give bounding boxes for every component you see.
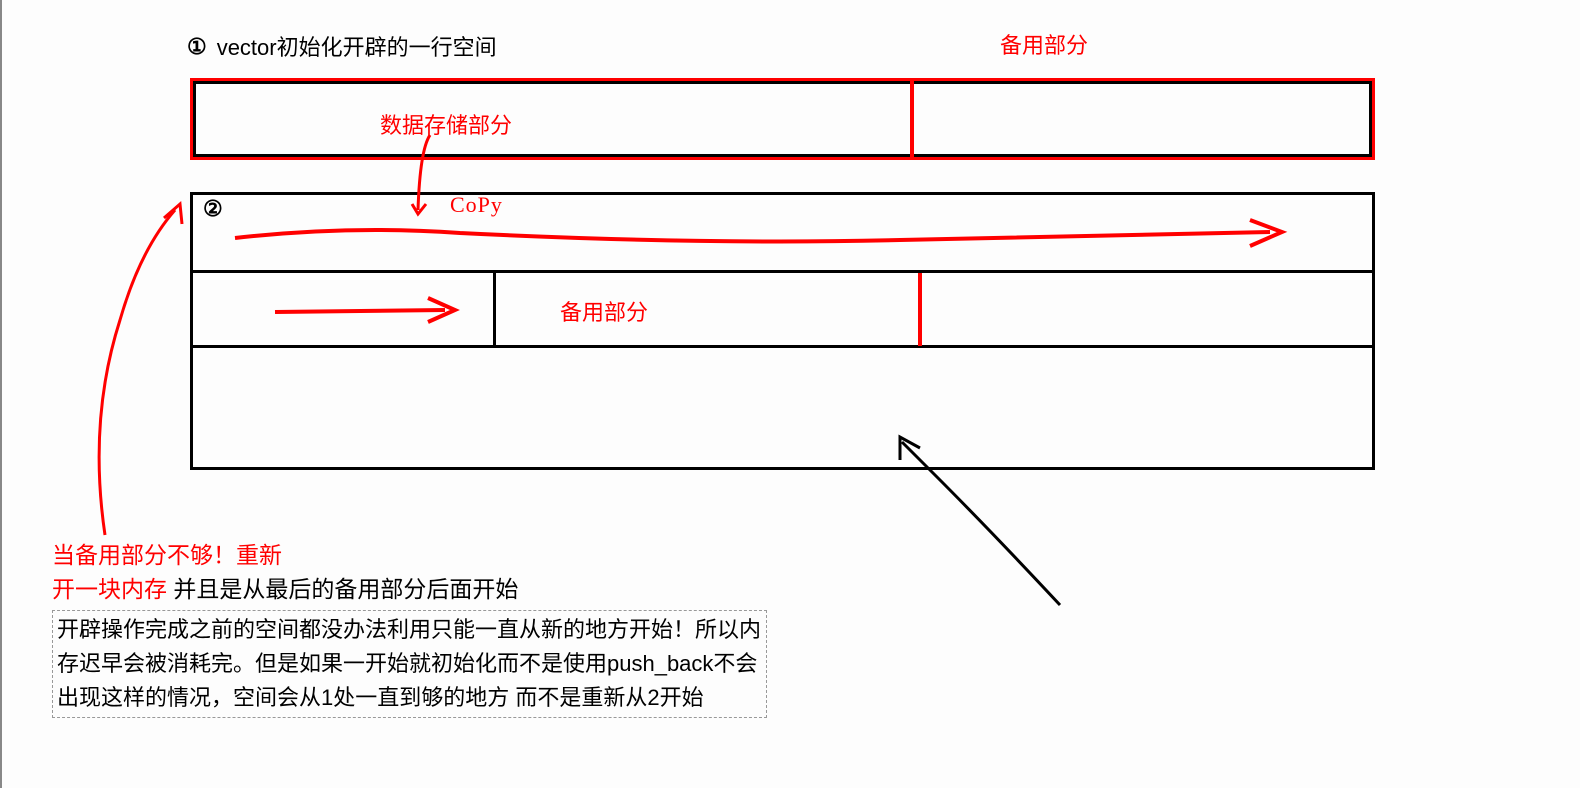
reserve-label-middle: 备用部分 (560, 295, 648, 327)
memory-row-2b (190, 270, 1375, 348)
copy-annotation: CoPy (450, 192, 503, 218)
memory-row-2c (190, 348, 1375, 470)
bottom-explanation-text: 开辟操作完成之前的空间都没办法利用只能一直从新的地方开始！所以内存迟早会被消耗完… (52, 610, 767, 718)
canvas-left-edge (0, 0, 2, 788)
memory-row-2b-divider-red (918, 273, 922, 346)
memory-row-2a (190, 192, 1375, 270)
diagram-title: vector初始化开辟的一行空间 (180, 30, 497, 62)
memory-row-1-divider (910, 80, 914, 158)
reserve-label-top: 备用部分 (1000, 28, 1088, 60)
arrow-reallocate-up (99, 204, 182, 535)
memory-row-1-innerbox (193, 81, 1372, 157)
bottom-red-annotation: 当备用部分不够！重新 开一块内存 并且是从最后的备用部分后面开始 (52, 538, 518, 606)
memory-row-2b-divider-black (493, 273, 496, 346)
data-store-label: 数据存储部分 (380, 108, 512, 140)
